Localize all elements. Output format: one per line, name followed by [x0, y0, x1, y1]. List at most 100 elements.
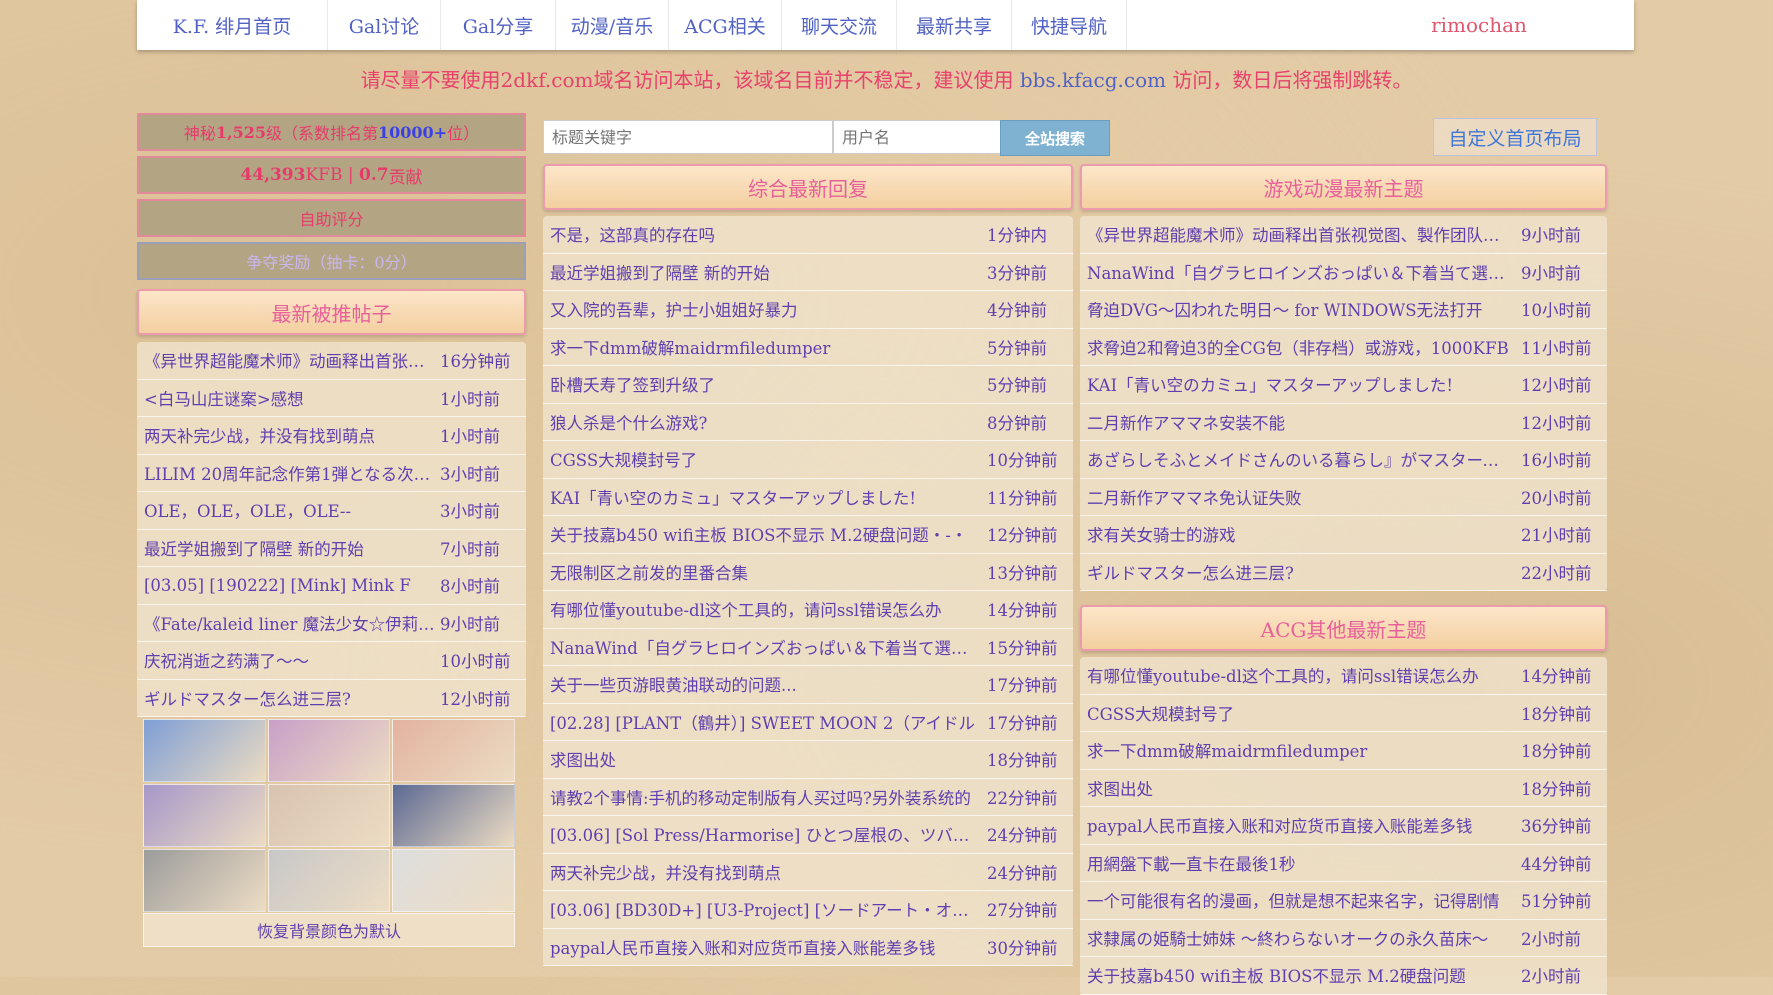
level-stat[interactable]: 神秘 1,525 级（系数排名第 10000+ 位）	[137, 113, 526, 151]
post-title[interactable]: [02.28] [PLANT（鶴井）] SWEET MOON 2（アイドル	[550, 710, 979, 734]
topic-row[interactable]: 脅迫DVG～囚われた明日～ for WINDOWS无法打开 10小时前	[1080, 291, 1607, 329]
post-title[interactable]: 两天补完少战，并没有找到萌点	[144, 423, 440, 447]
title-keyword-input[interactable]	[543, 120, 833, 154]
post-title[interactable]: 一个可能很有名的漫画，但就是想不起来名字，记得剧情	[1087, 888, 1513, 912]
custom-layout-button[interactable]: 自定义首页布局	[1433, 118, 1597, 156]
topic-row[interactable]: 关于技嘉b450 wifi主板 BIOS不显示 M.2硬盘问题 2小时前	[1080, 957, 1607, 995]
background-thumbnail[interactable]	[267, 719, 391, 782]
reply-row[interactable]: 求一下dmm破解maidrmfiledumper 5分钟前	[543, 329, 1073, 366]
recommended-row[interactable]: ギルドマスター怎么进三层? 12小时前	[137, 680, 526, 717]
nav-anime-music[interactable]: 动漫/音乐	[556, 0, 669, 50]
reset-background-button[interactable]: 恢复背景颜色为默认	[143, 913, 515, 947]
reply-row[interactable]: 关于一些页游眼黄油联动的问题... 17分钟前	[543, 666, 1073, 704]
background-thumbnail[interactable]	[143, 849, 266, 912]
post-title[interactable]: ギルドマスター怎么进三层?	[144, 686, 440, 710]
recommended-row[interactable]: OLE，OLE，OLE，OLE-- 3小时前	[137, 492, 526, 530]
post-title[interactable]: [03.06] [Sol Press/Harmorise] ひとつ屋根の、ツバサ…	[550, 822, 979, 846]
reply-row[interactable]: 又入院的吾辈，护士小姐姐好暴力 4分钟前	[543, 291, 1073, 329]
post-title[interactable]: KAI「青い空のカミュ」マスターアップしました!	[1087, 372, 1513, 396]
post-title[interactable]: 二月新作アママネ安装不能	[1087, 410, 1513, 434]
background-thumbnail[interactable]	[143, 784, 266, 847]
post-title[interactable]: [03.06] [BD30D+] [U3-Project] [ソードアート・オン…	[550, 897, 979, 921]
reply-row[interactable]: 求图出处 18分钟前	[543, 741, 1073, 779]
topic-row[interactable]: 求图出处 18分钟前	[1080, 770, 1607, 807]
site-search-button[interactable]: 全站搜索	[1000, 120, 1110, 156]
recommended-row[interactable]: 《异世界超能魔术师》动画释出首张视觉图、製作团队名单16分钟前	[137, 342, 526, 380]
post-title[interactable]: 狼人杀是个什么游戏?	[550, 410, 979, 434]
post-title[interactable]: 求隸属の姫騎士姉妹 ～終わらないオークの永久苗床～	[1087, 926, 1513, 950]
recommended-row[interactable]: <白马山庄谜案>感想 1小时前	[137, 380, 526, 417]
post-title[interactable]: 不是，这部真的存在吗	[550, 222, 979, 246]
user-link[interactable]: rimochan	[1324, 0, 1634, 50]
post-title[interactable]: ギルドマスター怎么进三层?	[1087, 560, 1513, 584]
post-title[interactable]: 请教2个事情:手机的移动定制版有人买过吗?另外装系统的	[550, 785, 979, 809]
reply-row[interactable]: 不是，这部真的存在吗 1分钟内	[543, 216, 1073, 254]
topic-row[interactable]: 求一下dmm破解maidrmfiledumper 18分钟前	[1080, 732, 1607, 770]
topic-row[interactable]: 二月新作アママネ安装不能 12小时前	[1080, 404, 1607, 441]
background-thumbnail[interactable]	[392, 849, 515, 912]
prize-button[interactable]: 争夺奖励（抽卡：0分）	[137, 242, 526, 280]
post-title[interactable]: 求一下dmm破解maidrmfiledumper	[550, 335, 979, 359]
post-title[interactable]: CGSS大规模封号了	[1087, 701, 1513, 725]
post-title[interactable]: NanaWind「自グラヒロインズおっぱい＆下着当て選手権」	[550, 635, 979, 659]
reply-row[interactable]: [02.28] [PLANT（鶴井）] SWEET MOON 2（アイドル 17分…	[543, 704, 1073, 741]
post-title[interactable]: LILIM 20周年記念作第1弾となる次回作	[144, 461, 440, 485]
recommended-row[interactable]: 庆祝消逝之药满了～～ 10小时前	[137, 642, 526, 680]
kfb-stat[interactable]: 44,393 KFB | 0.7 贡献	[137, 156, 526, 194]
nav-acg[interactable]: ACG相关	[669, 0, 782, 50]
reply-row[interactable]: 请教2个事情:手机的移动定制版有人买过吗?另外装系统的 22分钟前	[543, 779, 1073, 816]
reply-row[interactable]: 最近学姐搬到了隔壁 新的开始 3分钟前	[543, 254, 1073, 291]
post-title[interactable]: NanaWind「自グラヒロインズおっぱい＆下着当て選手権」	[1087, 260, 1513, 284]
nav-gal-discuss[interactable]: Gal讨论	[328, 0, 441, 50]
post-title[interactable]: 求图出处	[1087, 776, 1513, 800]
recommended-row[interactable]: 两天补完少战，并没有找到萌点 1小时前	[137, 417, 526, 455]
post-title[interactable]: 脅迫DVG～囚われた明日～ for WINDOWS无法打开	[1087, 297, 1513, 321]
topic-row[interactable]: 有哪位懂youtube-dl这个工具的，请问ssl错误怎么办 14分钟前	[1080, 657, 1607, 695]
post-title[interactable]: あざらしそふとメイドさんのいる暮らし』がマスターアップ	[1087, 447, 1513, 471]
post-title[interactable]: 求一下dmm破解maidrmfiledumper	[1087, 738, 1513, 762]
post-title[interactable]: paypal人民币直接入账和对应货币直接入账能差多钱	[550, 935, 979, 959]
nav-latest-share[interactable]: 最新共享	[897, 0, 1012, 50]
post-title[interactable]: 又入院的吾辈，护士小姐姐好暴力	[550, 297, 979, 321]
topic-row[interactable]: KAI「青い空のカミュ」マスターアップしました! 12小时前	[1080, 366, 1607, 404]
post-title[interactable]: 有哪位懂youtube-dl这个工具的，请问ssl错误怎么办	[550, 597, 979, 621]
post-title[interactable]: 两天补完少战，并没有找到萌点	[550, 860, 979, 884]
post-title[interactable]: 关于一些页游眼黄油联动的问题...	[550, 672, 979, 696]
background-thumbnail[interactable]	[267, 849, 391, 912]
topic-row[interactable]: CGSS大规模封号了 18分钟前	[1080, 695, 1607, 732]
topic-row[interactable]: NanaWind「自グラヒロインズおっぱい＆下着当て選手権」 9小时前	[1080, 254, 1607, 291]
background-thumbnail[interactable]	[143, 719, 266, 782]
background-thumbnail[interactable]	[267, 784, 391, 847]
reply-row[interactable]: paypal人民币直接入账和对应货币直接入账能差多钱 30分钟前	[543, 929, 1073, 966]
post-title[interactable]: CGSS大规模封号了	[550, 447, 979, 471]
reply-row[interactable]: [03.06] [Sol Press/Harmorise] ひとつ屋根の、ツバサ…	[543, 816, 1073, 854]
post-title[interactable]: 庆祝消逝之药满了～～	[144, 648, 440, 672]
post-title[interactable]: 《异世界超能魔术师》动画释出首张视觉图、製作团队名单	[144, 348, 440, 372]
nav-home[interactable]: K.F. 绯月首页	[137, 0, 328, 50]
nav-gal-share[interactable]: Gal分享	[441, 0, 556, 50]
reply-row[interactable]: NanaWind「自グラヒロインズおっぱい＆下着当て選手権」 15分钟前	[543, 629, 1073, 666]
topic-row[interactable]: あざらしそふとメイドさんのいる暮らし』がマスターアップ 16小时前	[1080, 441, 1607, 479]
post-title[interactable]: 二月新作アママネ免认证失败	[1087, 485, 1513, 509]
topic-row[interactable]: 二月新作アママネ免认证失败 20小时前	[1080, 479, 1607, 516]
post-title[interactable]: 用網盤下載一直卡在最後1秒	[1087, 851, 1513, 875]
post-title[interactable]: 关于技嘉b450 wifi主板 BIOS不显示 M.2硬盘问题	[1087, 963, 1513, 987]
post-title[interactable]: OLE，OLE，OLE，OLE--	[144, 498, 440, 522]
recommended-row[interactable]: 《Fate/kaleid liner 魔法少女☆伊莉雅》 9小时前	[137, 605, 526, 642]
self-rate-button[interactable]: 自助评分	[137, 199, 526, 237]
post-title[interactable]: 有哪位懂youtube-dl这个工具的，请问ssl错误怎么办	[1087, 663, 1513, 687]
post-title[interactable]: 求脅迫2和脅迫3的全CG包（非存档）或游戏，1000KFB	[1087, 335, 1513, 359]
post-title[interactable]: 求图出处	[550, 747, 979, 771]
topic-row[interactable]: paypal人民币直接入账和对应货币直接入账能差多钱 36分钟前	[1080, 807, 1607, 845]
recommended-row[interactable]: 最近学姐搬到了隔壁 新的开始 7小时前	[137, 530, 526, 567]
reply-row[interactable]: 无限制区之前发的里番合集 13分钟前	[543, 554, 1073, 591]
topic-row[interactable]: 求有关女骑士的游戏 21小时前	[1080, 516, 1607, 554]
post-title[interactable]: <白马山庄谜案>感想	[144, 386, 440, 410]
post-title[interactable]: 无限制区之前发的里番合集	[550, 560, 979, 584]
nav-quick-nav[interactable]: 快捷导航	[1012, 0, 1127, 50]
post-title[interactable]: 最近学姐搬到了隔壁 新的开始	[144, 536, 440, 560]
topic-row[interactable]: 求脅迫2和脅迫3的全CG包（非存档）或游戏，1000KFB 11小时前	[1080, 329, 1607, 366]
post-title[interactable]: [03.05] [190222] [Mink] Mink F	[144, 576, 440, 595]
recommended-row[interactable]: [03.05] [190222] [Mink] Mink F 8小时前	[137, 567, 526, 605]
post-title[interactable]: 《Fate/kaleid liner 魔法少女☆伊莉雅》	[144, 611, 440, 635]
